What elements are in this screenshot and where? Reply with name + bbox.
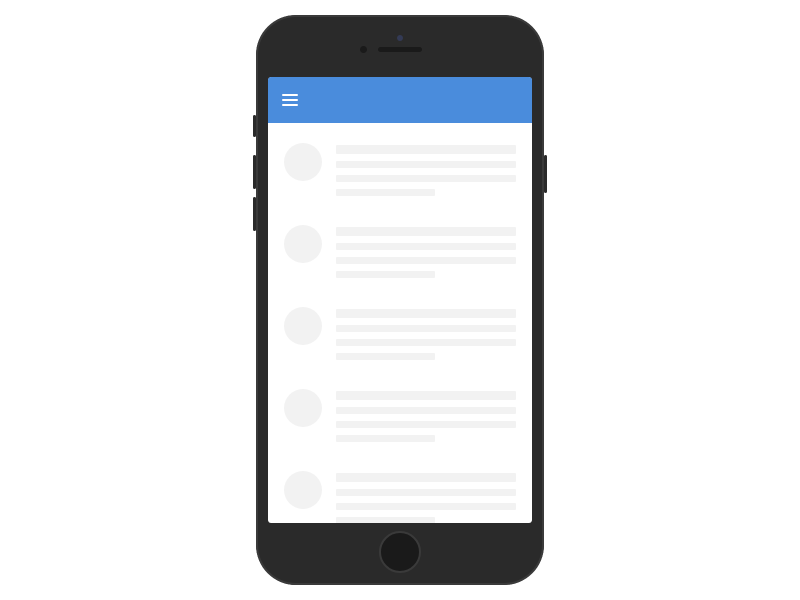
phone-frame <box>256 15 544 585</box>
silent-switch <box>253 115 256 137</box>
avatar-placeholder <box>284 307 322 345</box>
list-item[interactable] <box>284 465 516 523</box>
line-placeholder <box>336 257 516 264</box>
line-placeholder <box>336 435 435 442</box>
text-placeholder <box>336 307 516 367</box>
volume-up-button <box>253 155 256 189</box>
line-placeholder <box>336 271 435 278</box>
text-placeholder <box>336 471 516 523</box>
list-item[interactable] <box>284 383 516 465</box>
list-item[interactable] <box>284 301 516 383</box>
line-placeholder <box>336 503 516 510</box>
text-placeholder <box>336 389 516 449</box>
line-placeholder <box>336 325 516 332</box>
avatar-placeholder <box>284 389 322 427</box>
screen <box>268 77 532 523</box>
avatar-placeholder <box>284 143 322 181</box>
content-list[interactable] <box>268 123 532 523</box>
line-placeholder <box>336 353 435 360</box>
hamburger-icon <box>282 94 298 96</box>
title-placeholder <box>336 227 516 236</box>
sensor-icon <box>397 35 403 41</box>
line-placeholder <box>336 189 435 196</box>
list-item[interactable] <box>284 137 516 219</box>
title-placeholder <box>336 391 516 400</box>
avatar-placeholder <box>284 471 322 509</box>
list-item[interactable] <box>284 219 516 301</box>
line-placeholder <box>336 421 516 428</box>
hamburger-icon <box>282 104 298 106</box>
home-button[interactable] <box>379 531 421 573</box>
line-placeholder <box>336 407 516 414</box>
title-placeholder <box>336 145 516 154</box>
line-placeholder <box>336 243 516 250</box>
power-button <box>544 155 547 193</box>
text-placeholder <box>336 143 516 203</box>
line-placeholder <box>336 517 435 523</box>
title-placeholder <box>336 309 516 318</box>
avatar-placeholder <box>284 225 322 263</box>
line-placeholder <box>336 339 516 346</box>
menu-button[interactable] <box>282 94 298 106</box>
volume-down-button <box>253 197 256 231</box>
line-placeholder <box>336 175 516 182</box>
front-camera-icon <box>360 46 367 53</box>
hamburger-icon <box>282 99 298 101</box>
speaker-icon <box>378 47 422 52</box>
line-placeholder <box>336 161 516 168</box>
text-placeholder <box>336 225 516 285</box>
title-placeholder <box>336 473 516 482</box>
line-placeholder <box>336 489 516 496</box>
app-bar <box>268 77 532 123</box>
